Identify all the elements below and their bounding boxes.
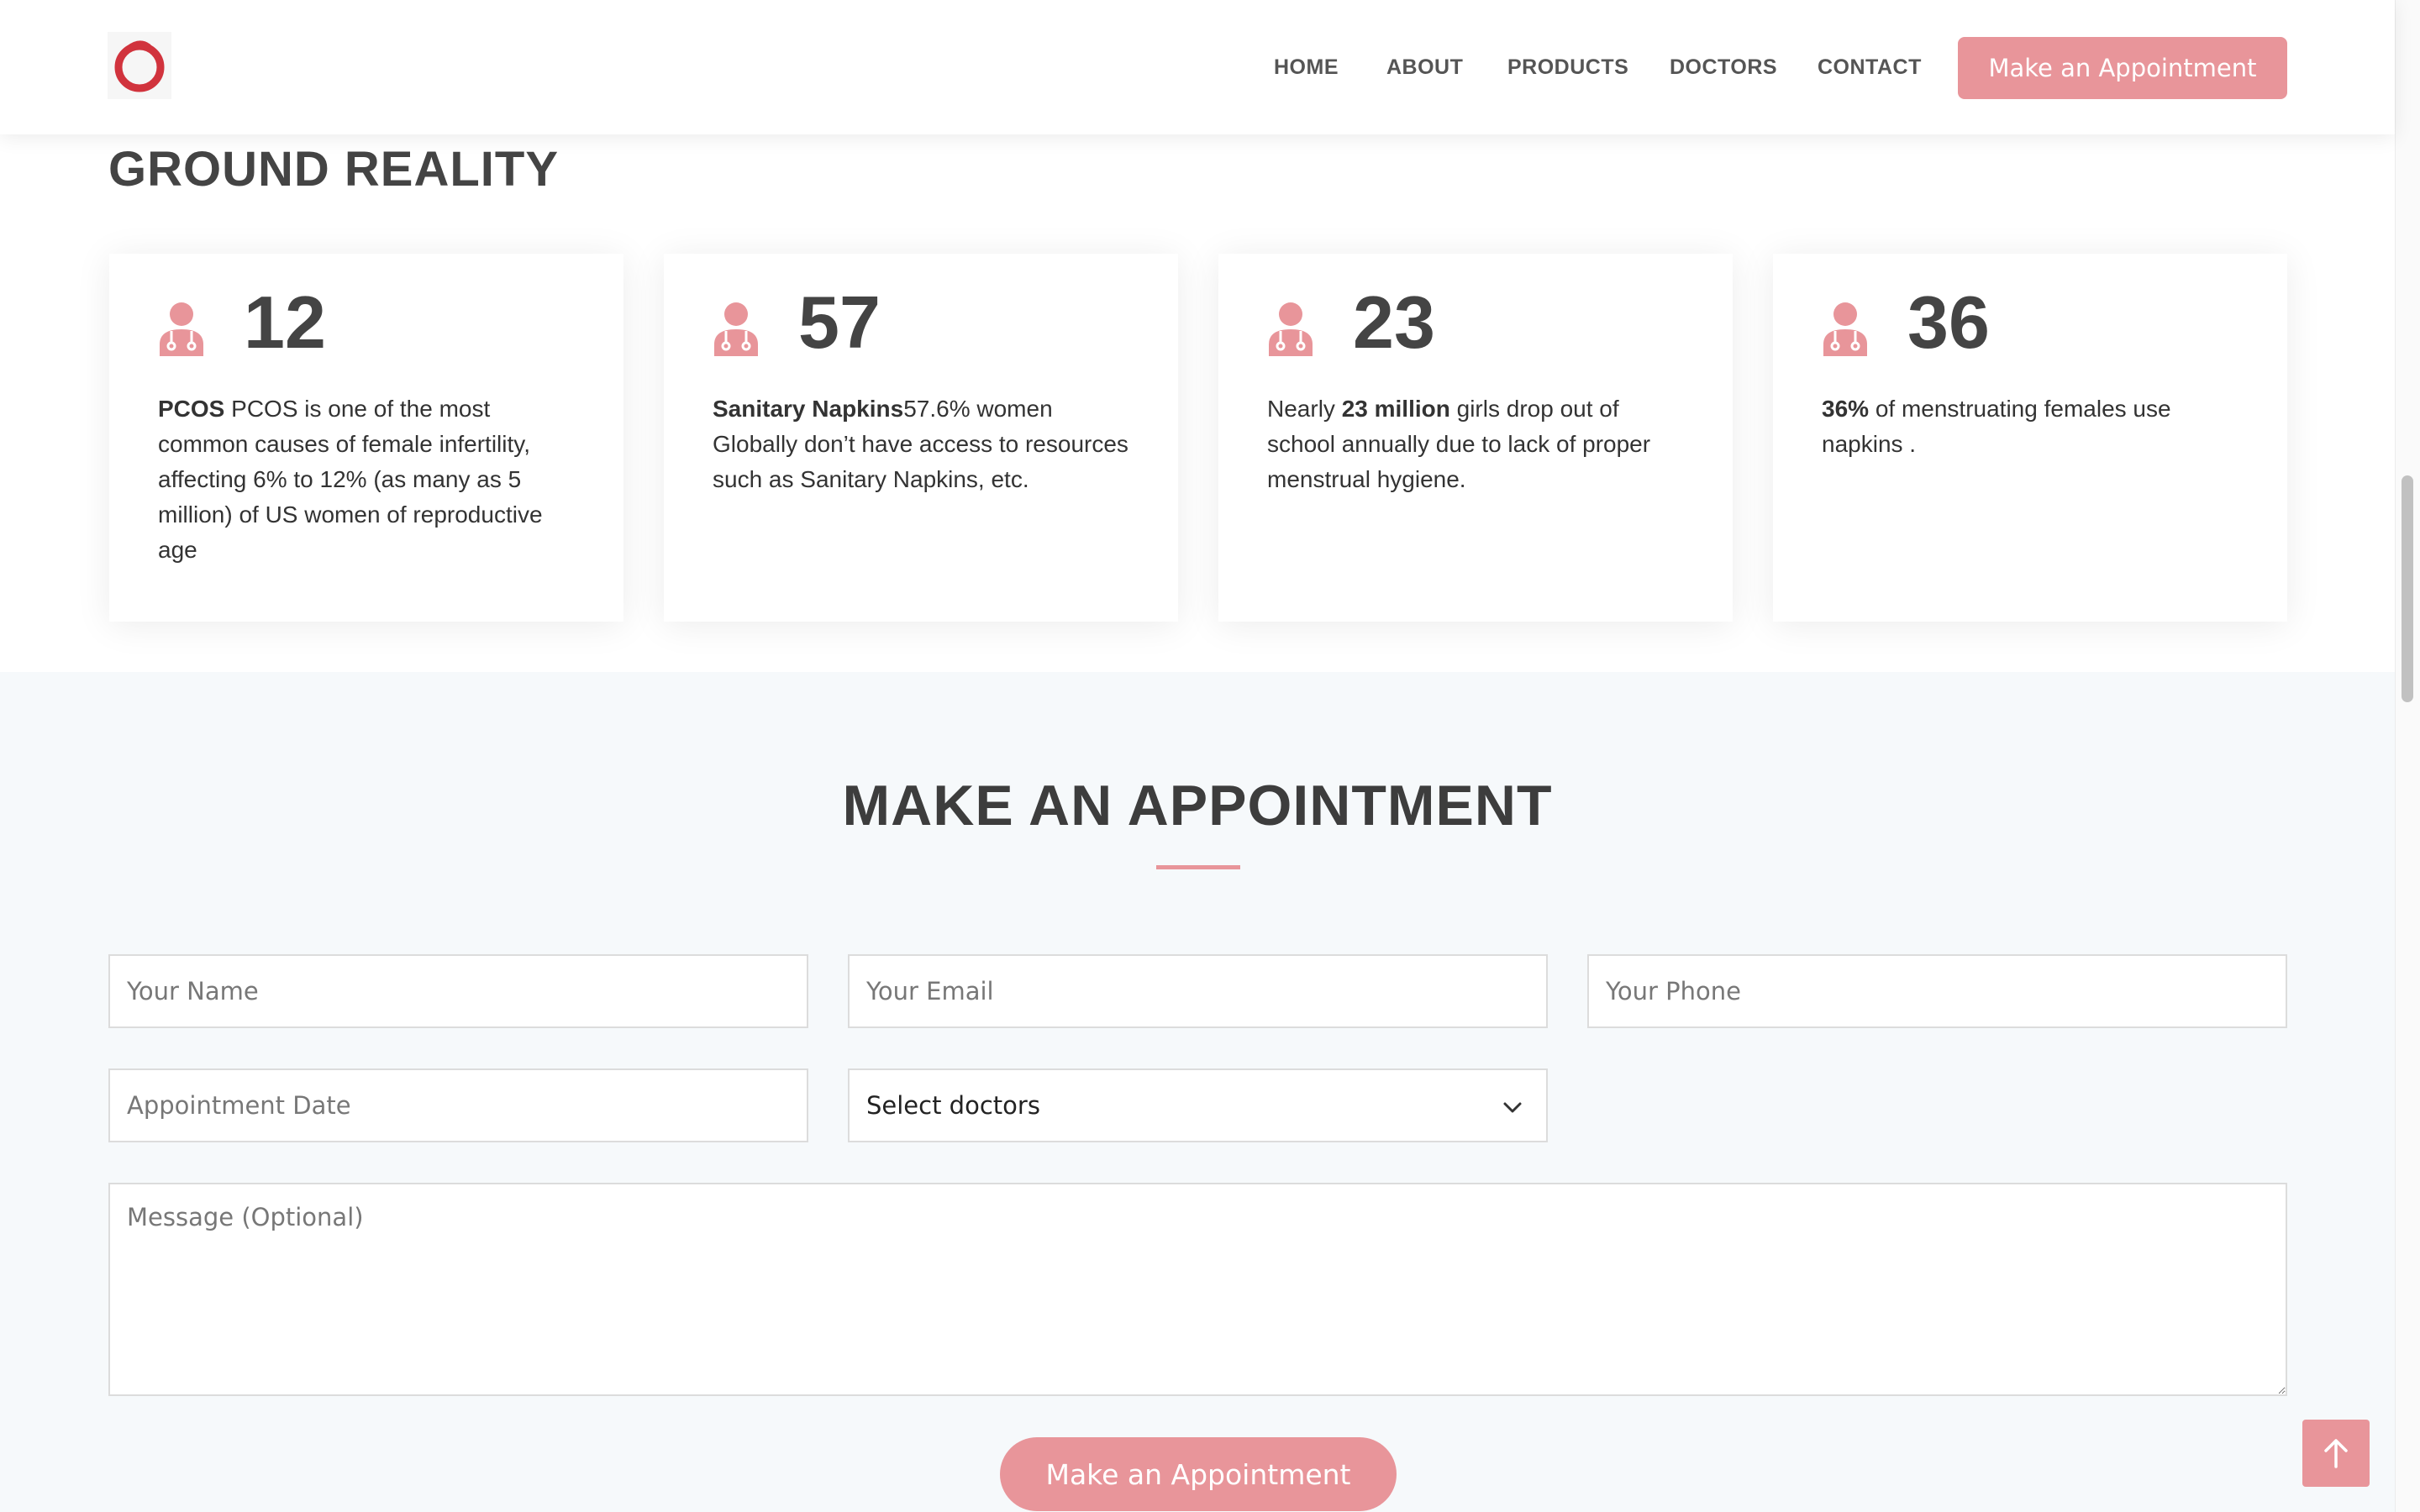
scrollbar-track[interactable] — [2395, 0, 2420, 1512]
email-input[interactable] — [848, 954, 1548, 1028]
doctor-icon — [1269, 302, 1313, 356]
ground-reality-title: GROUND REALITY — [108, 142, 559, 197]
stat-highlight: 36% — [1822, 396, 1870, 422]
stat-number: 57 — [798, 281, 881, 364]
stat-text: Nearly — [1267, 396, 1342, 422]
arrow-up-icon — [2324, 1439, 2348, 1468]
stat-card: 57 Sanitary Napkins57.6% women Globally … — [664, 254, 1178, 622]
scrollbar-thumb[interactable] — [2402, 475, 2413, 702]
submit-appointment-button[interactable]: Make an Appointment — [1000, 1437, 1397, 1511]
doctor-select[interactable]: Select doctors — [848, 1068, 1548, 1142]
message-textarea[interactable] — [108, 1183, 2287, 1396]
stat-card: 23 Nearly 23 million girls drop out of s… — [1218, 254, 1733, 622]
doctor-icon — [160, 302, 203, 356]
header-appointment-button[interactable]: Make an Appointment — [1958, 37, 2287, 99]
appointment-section: MAKE AN APPOINTMENT Select doctors Make … — [0, 672, 2395, 1512]
stat-number: 36 — [1907, 281, 1990, 364]
back-to-top-button[interactable] — [2302, 1420, 2370, 1487]
doctor-select-value: Select doctors — [866, 1091, 1040, 1120]
stat-card: 12 PCOS PCOS is one of the most common c… — [109, 254, 623, 622]
site-header: HOME ABOUT PRODUCTS DOCTORS CONTACT Make… — [0, 0, 2395, 134]
stat-number: 23 — [1353, 281, 1435, 364]
nav-contact[interactable]: CONTACT — [1818, 55, 1922, 80]
stat-number: 12 — [244, 281, 326, 364]
nav-home[interactable]: HOME — [1274, 55, 1339, 80]
nav-doctors[interactable]: DOCTORS — [1670, 55, 1777, 80]
stat-card: 36 36% of menstruating females use napki… — [1773, 254, 2287, 622]
stat-text: of menstruating females use napkins . — [1822, 396, 2171, 457]
stat-highlight: Sanitary Napkins — [713, 396, 904, 422]
stat-highlight: 23 million — [1341, 396, 1450, 422]
nav-products[interactable]: PRODUCTS — [1507, 55, 1628, 80]
nav-about[interactable]: ABOUT — [1386, 55, 1463, 80]
site-logo[interactable] — [108, 32, 171, 99]
chevron-down-icon — [1503, 1102, 1522, 1113]
name-input[interactable] — [108, 954, 808, 1028]
doctor-icon — [714, 302, 758, 356]
appointment-title: MAKE AN APPOINTMENT — [842, 774, 1553, 837]
doctor-icon — [1823, 302, 1867, 356]
title-underline — [1156, 865, 1240, 869]
logo-icon — [114, 40, 165, 92]
stat-description: Sanitary Napkins57.6% women Globally don… — [713, 391, 1133, 497]
phone-input[interactable] — [1587, 954, 2287, 1028]
appointment-date-input[interactable] — [108, 1068, 808, 1142]
stat-description: 36% of menstruating females use napkins … — [1822, 391, 2242, 462]
stat-description: Nearly 23 million girls drop out of scho… — [1267, 391, 1687, 497]
stat-highlight: PCOS — [158, 396, 225, 422]
stat-description: PCOS PCOS is one of the most common caus… — [158, 391, 578, 568]
